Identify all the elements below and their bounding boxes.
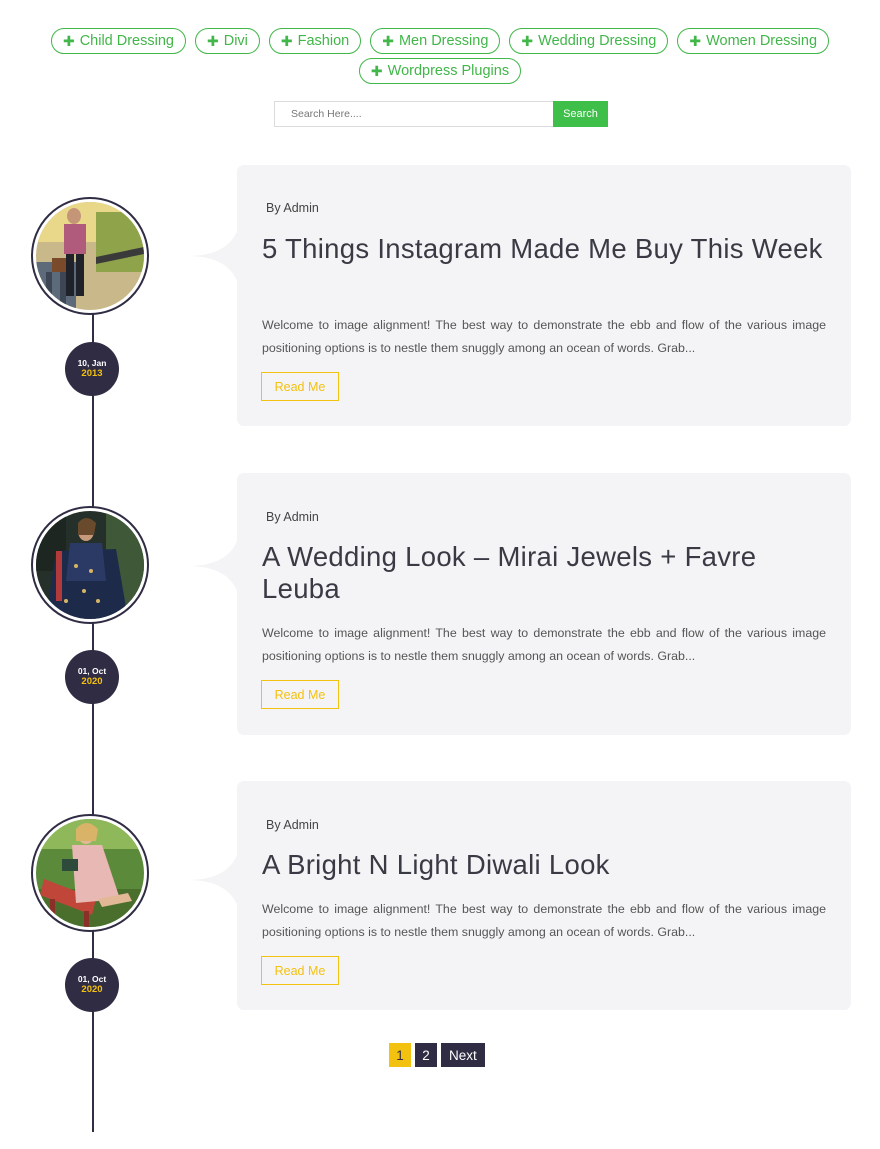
date-year: 2020 — [81, 984, 103, 996]
post-image — [36, 511, 144, 619]
post-date-badge: 10, Jan 2013 — [65, 342, 119, 396]
post-title[interactable]: 5 Things Instagram Made Me Buy This Week — [262, 233, 826, 265]
post-author: By Admin — [266, 818, 319, 832]
page-2-button[interactable]: 2 — [415, 1043, 437, 1067]
plus-icon: ✚ — [370, 63, 383, 79]
tag-fashion[interactable]: ✚ Fashion — [268, 28, 362, 54]
search-button[interactable]: Search — [553, 101, 608, 127]
post-thumbnail[interactable] — [31, 506, 149, 624]
tag-wordpress-plugins[interactable]: ✚ Wordpress Plugins — [358, 58, 522, 84]
category-tags: ✚ Child Dressing ✚ Divi ✚ Fashion ✚ Men Dres… — [0, 28, 880, 84]
post-title[interactable]: A Bright N Light Diwali Look — [262, 849, 826, 881]
post-thumbnail[interactable] — [31, 814, 149, 932]
tag-men-dressing[interactable]: ✚ Men Dressing — [370, 28, 501, 54]
date-day-month: 01, Oct — [77, 973, 107, 984]
date-year: 2020 — [81, 676, 103, 688]
plus-icon: ✚ — [382, 33, 394, 49]
card-pointer — [188, 838, 240, 922]
pagination: 1 2 Next — [389, 1043, 485, 1067]
post-thumbnail[interactable] — [31, 197, 149, 315]
plus-icon: ✚ — [206, 33, 219, 49]
post-excerpt: Welcome to image alignment! The best way… — [262, 902, 826, 939]
post-date-badge: 01, Oct 2020 — [65, 958, 119, 1012]
post-excerpt: Welcome to image alignment! The best way… — [262, 318, 826, 355]
date-day-month: 10, Jan — [77, 357, 107, 368]
post-title[interactable]: A Wedding Look – Mirai Jewels + Favre Le… — [262, 541, 826, 605]
plus-icon: ✚ — [280, 33, 293, 49]
tag-label: Women Dressing — [706, 33, 818, 49]
card-pointer — [188, 214, 240, 298]
post-card: By Admin 5 Things Instagram Made Me Buy … — [237, 165, 851, 426]
post-excerpt: Welcome to image alignment! The best way… — [262, 626, 826, 663]
date-day-month: 01, Oct — [77, 665, 107, 676]
post-author: By Admin — [266, 201, 319, 215]
post-author: By Admin — [266, 510, 319, 524]
next-page-button[interactable]: Next — [441, 1043, 485, 1067]
page-1-button[interactable]: 1 — [389, 1043, 411, 1067]
tag-child-dressing[interactable]: ✚ Child Dressing — [50, 28, 186, 54]
read-more-button[interactable]: Read Me — [261, 680, 339, 709]
post-image — [36, 819, 144, 927]
tag-women-dressing[interactable]: ✚ Women Dressing — [677, 28, 830, 54]
tag-label: Wordpress Plugins — [387, 63, 510, 79]
plus-icon: ✚ — [62, 33, 75, 49]
search-input[interactable] — [274, 101, 553, 127]
search-bar: Search — [274, 101, 608, 127]
read-more-button[interactable]: Read Me — [261, 372, 339, 401]
post-image — [36, 202, 144, 310]
card-pointer — [188, 524, 240, 608]
tag-label: Divi — [223, 33, 248, 49]
plus-icon: ✚ — [689, 33, 702, 49]
plus-icon: ✚ — [521, 33, 534, 49]
post-card: By Admin A Bright N Light Diwali Look We… — [237, 781, 851, 1010]
read-more-button[interactable]: Read Me — [261, 956, 339, 985]
tag-label: Child Dressing — [79, 33, 174, 49]
date-year: 2013 — [81, 368, 103, 380]
tag-label: Wedding Dressing — [538, 33, 657, 49]
tag-wedding-dressing[interactable]: ✚ Wedding Dressing — [509, 28, 669, 54]
tag-divi[interactable]: ✚ Divi — [194, 28, 260, 54]
tag-label: Fashion — [297, 33, 350, 49]
post-date-badge: 01, Oct 2020 — [65, 650, 119, 704]
post-card: By Admin A Wedding Look – Mirai Jewels +… — [237, 473, 851, 735]
tag-label: Men Dressing — [398, 33, 489, 49]
